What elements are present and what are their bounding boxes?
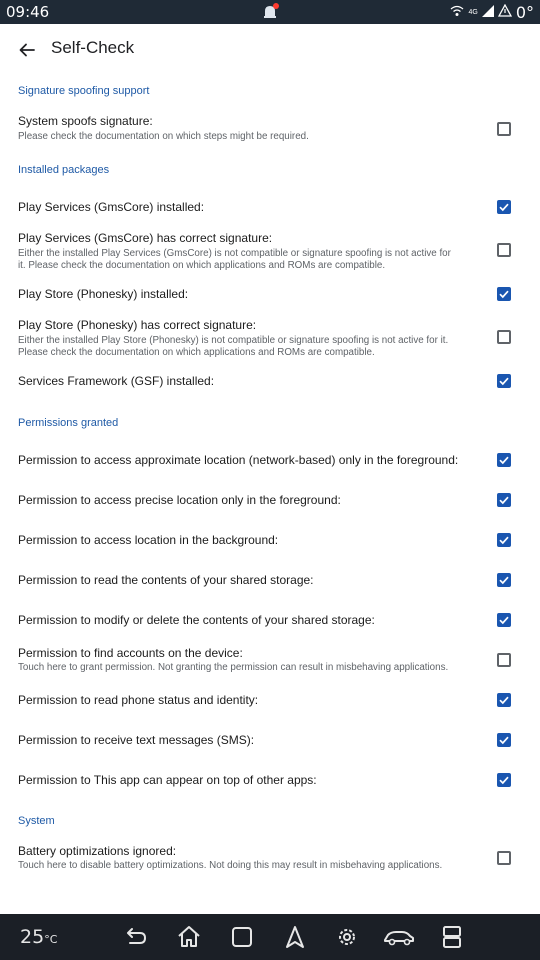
check-description: Please check the documentation on which … [18, 131, 309, 142]
nav-temperature: 25°C [20, 926, 57, 948]
nav-temperature-unit: °C [44, 933, 58, 946]
back-icon[interactable] [123, 924, 149, 950]
check-description-line-2: Please check the documentation on which … [18, 347, 375, 358]
check-label: Permission to find accounts on the devic… [18, 646, 243, 660]
check-label: Battery optimizations ignored: [18, 844, 177, 858]
check-label: Permission to receive text messages (SMS… [18, 733, 255, 747]
navigation-arrow-icon[interactable] [282, 924, 308, 950]
check-label: System spoofs signature: [18, 114, 153, 128]
check-label: Play Services (GmsCore) installed: [18, 200, 205, 214]
checkbox-checked[interactable] [497, 493, 511, 507]
check-description-line-1: Either the installed Play Services (GmsC… [18, 248, 451, 259]
checkbox-checked[interactable] [497, 693, 511, 707]
check-item-spoof[interactable]: System spoofs signature: Please check th… [0, 114, 540, 148]
check-item-store-installed[interactable]: Play Store (Phonesky) installed: [0, 287, 540, 303]
nav-temperature-value: 25 [20, 926, 45, 948]
page-title: Self-Check [51, 38, 135, 57]
check-label: Permission to access precise location on… [18, 493, 341, 507]
checkbox-checked[interactable] [497, 573, 511, 587]
checkbox-checked[interactable] [497, 200, 511, 214]
check-label: Permission to modify or delete the conte… [18, 613, 375, 627]
section-header-system: System [18, 815, 55, 827]
section-header-signature: Signature spoofing support [18, 85, 150, 97]
navigation-bar: 25°C [0, 914, 540, 960]
check-label: Services Framework (GSF) installed: [18, 374, 215, 388]
app-bar: Self-Check [0, 24, 540, 76]
check-item-perm-read-storage[interactable]: Permission to read the contents of your … [0, 573, 540, 589]
check-item-perm-overlay[interactable]: Permission to This app can appear on top… [0, 773, 540, 789]
check-description-line-1: Either the installed Play Store (Phonesk… [18, 335, 449, 346]
check-item-perm-write-storage[interactable]: Permission to modify or delete the conte… [0, 613, 540, 629]
notification-bell-icon [261, 3, 279, 21]
status-bar: 09:46 4G 0° [0, 0, 540, 24]
check-item-perm-fine-location[interactable]: Permission to access precise location on… [0, 493, 540, 509]
checkbox-checked[interactable] [497, 287, 511, 301]
checkbox-unchecked[interactable] [497, 653, 511, 667]
check-item-perm-coarse-location[interactable]: Permission to access approximate locatio… [0, 453, 540, 469]
section-header-packages: Installed packages [18, 164, 110, 176]
back-arrow-icon[interactable] [14, 37, 40, 63]
checkbox-checked[interactable] [497, 533, 511, 547]
status-time: 09:46 [6, 3, 50, 21]
network-type: 4G [468, 8, 478, 16]
wifi-icon [450, 4, 464, 20]
checkbox-checked[interactable] [497, 733, 511, 747]
check-label: Play Services (GmsCore) has correct sign… [18, 231, 273, 245]
check-item-battery[interactable]: Battery optimizations ignored: Touch her… [0, 844, 540, 874]
check-label: Play Store (Phonesky) installed: [18, 287, 189, 301]
checkbox-checked[interactable] [497, 374, 511, 388]
check-item-perm-accounts[interactable]: Permission to find accounts on the devic… [0, 646, 540, 676]
check-label: Permission to This app can appear on top… [18, 773, 317, 787]
checkbox-unchecked[interactable] [497, 851, 511, 865]
settings-gear-icon[interactable] [334, 924, 360, 950]
car-icon[interactable] [383, 924, 415, 950]
checkbox-unchecked[interactable] [497, 243, 511, 257]
check-label: Permission to read phone status and iden… [18, 693, 259, 707]
check-item-perm-sms[interactable]: Permission to receive text messages (SMS… [0, 733, 540, 749]
check-label: Permission to read the contents of your … [18, 573, 314, 587]
check-label: Play Store (Phonesky) has correct signat… [18, 318, 257, 332]
check-description-line-2: it. Please check the documentation on wh… [18, 260, 386, 271]
check-label: Permission to access approximate locatio… [18, 453, 459, 467]
warning-icon [497, 3, 512, 20]
home-icon[interactable] [176, 924, 202, 950]
checkbox-unchecked[interactable] [497, 122, 511, 136]
check-item-gsf-installed[interactable]: Services Framework (GSF) installed: [0, 374, 540, 390]
check-item-gms-signature[interactable]: Play Services (GmsCore) has correct sign… [0, 231, 540, 273]
checkbox-unchecked[interactable] [497, 330, 511, 344]
checkbox-checked[interactable] [497, 453, 511, 467]
check-item-perm-phone[interactable]: Permission to read phone status and iden… [0, 693, 540, 709]
check-description: Touch here to disable battery optimizati… [18, 860, 443, 871]
signal-icon [481, 4, 494, 20]
check-item-gms-installed[interactable]: Play Services (GmsCore) installed: [0, 200, 540, 216]
check-description: Touch here to grant permission. Not gran… [18, 662, 449, 673]
recents-icon[interactable] [229, 924, 255, 950]
split-screen-icon[interactable] [439, 924, 465, 950]
check-item-perm-background-location[interactable]: Permission to access location in the bac… [0, 533, 540, 549]
check-label: Permission to access location in the bac… [18, 533, 279, 547]
checkbox-checked[interactable] [497, 613, 511, 627]
checkbox-checked[interactable] [497, 773, 511, 787]
section-header-permissions: Permissions granted [18, 417, 119, 429]
status-temperature: 0° [515, 2, 534, 22]
check-item-store-signature[interactable]: Play Store (Phonesky) has correct signat… [0, 318, 540, 360]
